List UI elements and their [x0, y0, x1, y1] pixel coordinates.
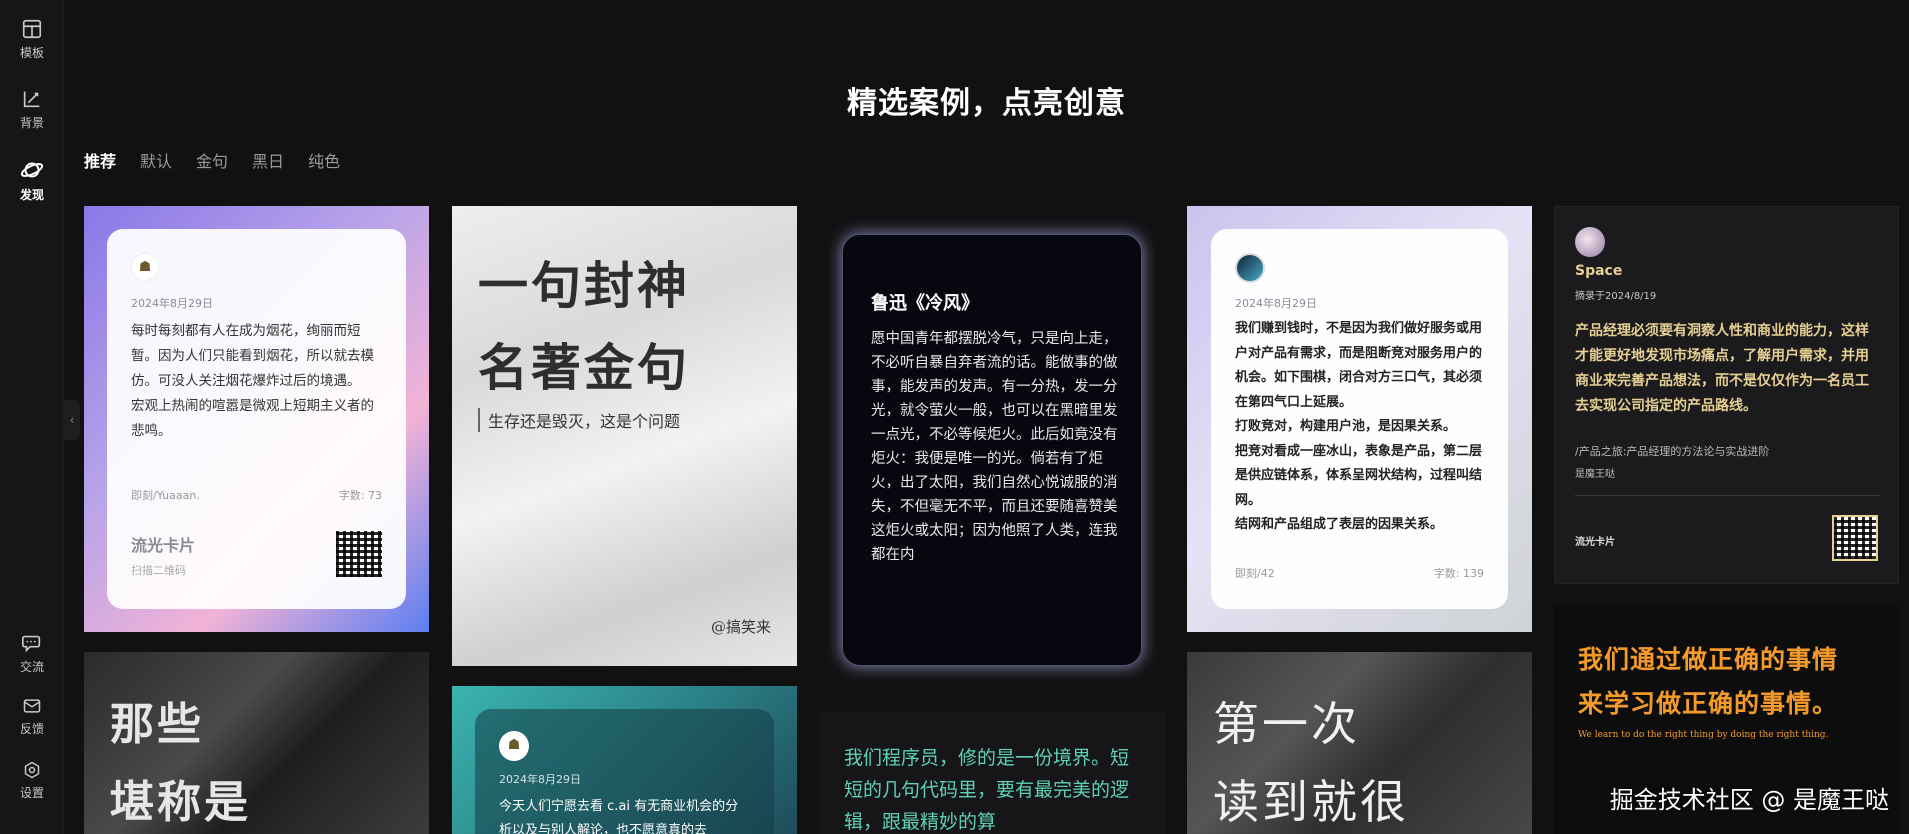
card-word-count: 字数: 73 [338, 489, 382, 502]
sidebar: 模板 背景 发现 交流 反馈 设置 [0, 0, 64, 834]
card-headline: 我们通过做正确的事情 [1578, 645, 1839, 674]
qr-code [1832, 515, 1878, 561]
sidebar-item-chat[interactable]: 交流 [0, 632, 64, 675]
avatar: ☗ [131, 253, 159, 281]
card-headline: 名著金句 [478, 338, 690, 397]
card-headline: 那些 [110, 699, 204, 750]
avatar: ☗ [499, 731, 529, 761]
case-card[interactable]: Space 摘录于2024/8/19 产品经理必须要有洞察人性和商业的能力，这样… [1554, 206, 1899, 584]
card-headline: 堪称是 [110, 777, 251, 828]
case-card[interactable]: 那些 堪称是 [84, 652, 429, 834]
card-date: 2024年8月29日 [1235, 297, 1317, 310]
edit-chart-icon [23, 91, 40, 108]
tab-solid-color[interactable]: 纯色 [308, 148, 340, 172]
card-word-count: 字数: 139 [1433, 567, 1484, 580]
case-card[interactable]: ☗ 2024年8月29日 每时每刻都有人在成为烟花，绚丽而短暂。因为人们只能看到… [84, 206, 429, 632]
template-icon [22, 19, 42, 39]
card-handle: @搞笑来 [710, 618, 771, 636]
card-text: 每时每刻都有人在成为烟花，绚丽而短暂。因为人们只能看到烟花，所以就去模仿。可没人… [131, 323, 374, 439]
mail-icon [23, 699, 41, 713]
card-scan-hint: 扫描二维码 [131, 564, 186, 577]
card-date: 摘录于2024/8/19 [1575, 291, 1657, 302]
card-text: 我们赚到钱时，不是因为我们做好服务或用户对产品有需求，而是阻断竞对服务用户的机会… [1235, 321, 1483, 532]
card-headline: 读到就很 [1213, 775, 1409, 829]
collapse-sidebar-button[interactable]: ‹ [64, 400, 80, 440]
chat-icon [22, 635, 41, 653]
case-card[interactable]: 我们程序员，修的是一份境界。短短的几句代码里，要有最完美的逻辑，跟最精妙的算 [820, 712, 1165, 834]
card-brand: 流光卡片 [131, 536, 196, 555]
sidebar-item-label: 模板 [19, 46, 44, 60]
tab-quotes[interactable]: 金句 [196, 148, 228, 172]
card-headline: 来学习做正确的事情。 [1578, 689, 1839, 718]
case-card[interactable]: 鲁迅《冷风》 愿中国青年都摆脱冷气，只是向上走，不必听自暴自弃者流的话。能做事的… [820, 206, 1165, 696]
watermark: 掘金技术社区 @ 是魔王哒 [1609, 786, 1889, 814]
sidebar-item-label: 交流 [19, 660, 44, 674]
sidebar-item-label: 反馈 [19, 722, 44, 736]
tab-black-sun[interactable]: 黑日 [252, 148, 284, 172]
planet-icon [20, 162, 44, 178]
card-date: 2024年8月29日 [499, 773, 581, 786]
card-name: Space [1575, 263, 1623, 279]
divider [1575, 495, 1880, 496]
tab-default[interactable]: 默认 [140, 148, 172, 172]
avatar [1575, 227, 1605, 257]
card-source: /产品之旅:产品经理的方法论与实战进阶 [1575, 445, 1770, 458]
sidebar-item-label: 发现 [19, 188, 44, 202]
sidebar-item-label: 设置 [19, 786, 44, 800]
sidebar-item-templates[interactable]: 模板 [0, 18, 64, 61]
card-headline: 一句封神 [478, 256, 690, 315]
card-author: 是魔王哒 [1575, 469, 1615, 480]
sidebar-item-background[interactable]: 背景 [0, 88, 64, 131]
tab-recommended[interactable]: 推荐 [84, 148, 116, 172]
card-date: 2024年8月29日 [131, 297, 213, 310]
chevron-left-icon: ‹ [69, 413, 75, 427]
case-card[interactable]: 2024年8月29日 我们赚到钱时，不是因为我们做好服务或用户对产品有需求，而是… [1187, 206, 1532, 632]
card-title: 鲁迅《冷风》 [871, 293, 979, 314]
card-quote: 生存还是毁灭，这是个问题 [478, 408, 680, 432]
card-subtitle: We learn to do the right thing by doing … [1578, 730, 1829, 740]
card-author: 即刻/42 [1235, 567, 1275, 580]
card-author: 即刻/Yuaaan. [131, 489, 200, 502]
case-card[interactable]: 第一次 读到就很 [1187, 652, 1532, 834]
card-text: 我们程序员，修的是一份境界。短短的几句代码里，要有最完美的逻辑，跟最精妙的算 [844, 747, 1130, 833]
qr-code [336, 531, 382, 577]
card-headline: 第一次 [1213, 697, 1360, 751]
card-text: 今天人们宁愿去看 c.ai 有无商业机会的分析以及与别人解论，也不愿意真的去 [499, 799, 739, 834]
sidebar-item-settings[interactable]: 设置 [0, 760, 64, 801]
case-card[interactable]: ☗ 2024年8月29日 今天人们宁愿去看 c.ai 有无商业机会的分析以及与别… [452, 686, 797, 834]
case-card[interactable]: 一句封神 名著金句 生存还是毁灭，这是个问题 @搞笑来 [452, 206, 797, 666]
gear-icon [24, 761, 40, 779]
avatar [1235, 253, 1265, 283]
sidebar-item-label: 背景 [19, 116, 44, 130]
card-text: 愿中国青年都摆脱冷气，只是向上走，不必听自暴自弃者流的话。能做事的做事，能发声的… [871, 331, 1118, 563]
card-brand: 流光卡片 [1575, 537, 1615, 548]
sidebar-item-discover[interactable]: 发现 [0, 158, 64, 203]
page-title: 精选案例，点亮创意 [847, 86, 1126, 121]
category-tabs: 推荐 默认 金句 黑日 纯色 [84, 148, 340, 172]
card-text: 产品经理必须要有洞察人性和商业的能力，这样才能更好地发现市场痛点，了解用户需求，… [1575, 323, 1869, 414]
sidebar-item-feedback[interactable]: 反馈 [0, 696, 64, 737]
